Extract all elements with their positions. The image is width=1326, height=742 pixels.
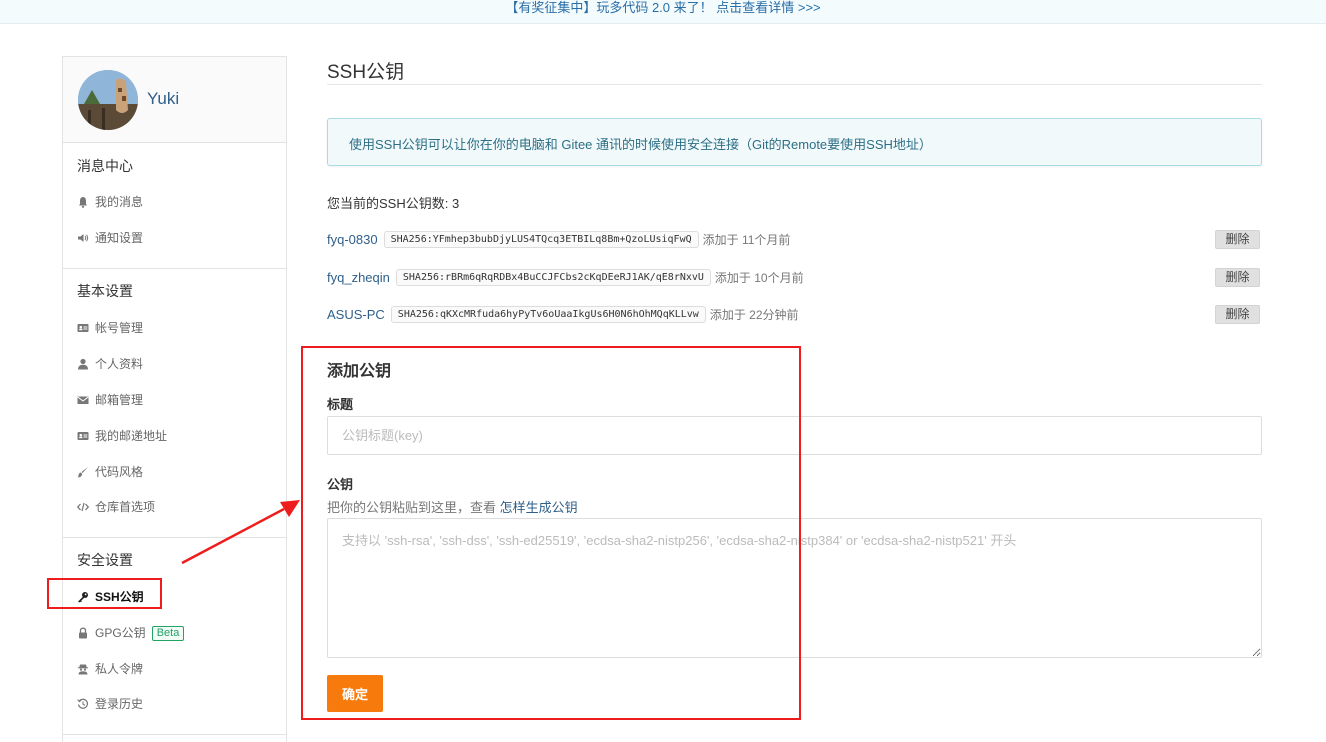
delete-key-button[interactable]: 删除 xyxy=(1215,268,1260,287)
section-title-security: 安全设置 xyxy=(77,552,133,568)
sidebar-item-label: 帐号管理 xyxy=(95,321,144,335)
sidebar-item-notification-settings[interactable]: 通知设置 xyxy=(77,229,143,247)
sidebar-item-label: 邮箱管理 xyxy=(95,393,144,407)
sidebar-item-label: 我的邮递地址 xyxy=(95,429,168,443)
info-text: 使用SSH公钥可以让你在你的电脑和 Gitee 通讯的时候使用安全连接（Git的… xyxy=(349,137,932,152)
beta-badge: Beta xyxy=(151,625,185,641)
sidebar-item-gpg-keys[interactable]: GPG公钥 Beta xyxy=(77,624,185,642)
sidebar-item-label: GPG公钥 xyxy=(95,626,146,640)
sidebar-item-code-style[interactable]: 代码风格 xyxy=(77,463,143,481)
volume-icon xyxy=(78,234,89,242)
delete-key-button[interactable]: 删除 xyxy=(1215,305,1260,324)
ssh-key-count: 您当前的SSH公钥数: 3 xyxy=(327,196,460,211)
sidebar-divider xyxy=(63,268,286,269)
ssh-key-row: fyq-0830 SHA256:YFmhep3bubDjyLUS4TQcq3ET… xyxy=(327,228,1262,250)
id-card-icon xyxy=(77,324,89,332)
key-added-time: 添加于 22分钟前 xyxy=(709,307,799,322)
sidebar-item-label: 我的消息 xyxy=(95,195,144,209)
annotation-highlight-box xyxy=(47,578,162,609)
sidebar-item-my-messages[interactable]: 我的消息 xyxy=(77,193,143,211)
code-icon xyxy=(77,502,89,512)
user-icon xyxy=(78,358,88,370)
key-fingerprint: SHA256:YFmhep3bubDjyLUS4TQcq3ETBILq8Bm+Q… xyxy=(383,230,699,248)
key-added-time: 添加于 11个月前 xyxy=(702,232,791,247)
info-alert: 使用SSH公钥可以让你在你的电脑和 Gitee 通讯的时候使用安全连接（Git的… xyxy=(327,118,1262,166)
sidebar-item-account[interactable]: 帐号管理 xyxy=(77,319,143,337)
user-secret-icon xyxy=(78,664,88,675)
sidebar-item-login-history[interactable]: 登录历史 xyxy=(77,695,143,713)
ssh-key-row: ASUS-PC SHA256:qKXcMRfuda6hyPyTv6oUaaIkg… xyxy=(327,303,1262,325)
delete-key-button[interactable]: 删除 xyxy=(1215,230,1260,249)
sidebar-divider xyxy=(63,537,286,538)
page-title: SSH公钥 xyxy=(327,62,405,83)
title-divider xyxy=(327,84,1262,85)
envelope-icon xyxy=(77,396,89,404)
sidebar-item-email[interactable]: 邮箱管理 xyxy=(77,391,143,409)
sidebar-item-repo-preferences[interactable]: 仓库首选项 xyxy=(77,498,155,516)
sidebar-item-label: 个人资料 xyxy=(95,357,144,371)
sidebar-item-label: 登录历史 xyxy=(95,697,144,711)
bell-icon xyxy=(79,197,87,208)
sidebar-item-profile[interactable]: 个人资料 xyxy=(77,355,143,373)
profile-header: Yuki xyxy=(63,57,286,143)
brush-icon xyxy=(77,467,88,478)
sidebar-item-label: 仓库首选项 xyxy=(95,500,156,514)
lock-icon xyxy=(79,627,87,639)
key-title: fyq-0830 xyxy=(327,231,378,247)
key-title: ASUS-PC xyxy=(327,306,385,322)
key-added-time: 添加于 10个月前 xyxy=(714,270,804,285)
sidebar-item-label: 代码风格 xyxy=(95,465,144,479)
sidebar-item-private-tokens[interactable]: 私人令牌 xyxy=(77,660,143,678)
history-icon xyxy=(77,698,89,709)
ssh-key-row: fyq_zheqin SHA256:rBRm6qRqRDBx4BuCCJFCbs… xyxy=(327,266,1262,288)
username[interactable]: Yuki xyxy=(147,89,179,109)
sidebar-divider xyxy=(63,734,286,735)
key-fingerprint: SHA256:rBRm6qRqRDBx4BuCCJFCbs2cKqDEeRJ1A… xyxy=(395,268,711,286)
section-title-messages: 消息中心 xyxy=(77,158,133,174)
annotation-highlight-box xyxy=(301,346,801,720)
sidebar-item-label: 私人令牌 xyxy=(95,662,144,676)
id-card-icon xyxy=(77,432,89,440)
section-title-basic: 基本设置 xyxy=(77,283,133,299)
settings-sidebar: Yuki 消息中心 我的消息 通知设置 基本设置 帐号管理 个人资料 邮箱管理 … xyxy=(62,56,287,742)
avatar[interactable] xyxy=(78,70,138,130)
sidebar-item-label: 通知设置 xyxy=(95,231,144,245)
key-fingerprint: SHA256:qKXcMRfuda6hyPyTv6oUaaIkgUs6H0N6h… xyxy=(390,305,706,323)
sidebar-item-mailing-address[interactable]: 我的邮递地址 xyxy=(77,427,167,445)
key-title: fyq_zheqin xyxy=(327,269,390,285)
